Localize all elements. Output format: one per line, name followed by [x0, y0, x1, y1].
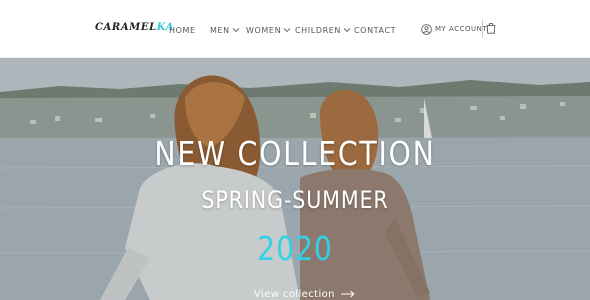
- hero-year: 2020: [257, 229, 333, 268]
- chevron-down-icon: [343, 26, 351, 34]
- user-circle-icon: [421, 23, 432, 35]
- nav-men[interactable]: MEN: [210, 24, 240, 36]
- nav-contact-label: CONTACT: [354, 25, 397, 35]
- hero-banner: NEW COLLECTION SPRING-SUMMER 2020 View c…: [0, 58, 590, 300]
- nav-home[interactable]: HOME: [169, 24, 196, 36]
- site-logo[interactable]: CARAMELKA: [95, 22, 174, 33]
- site-header: CARAMELKA HOME MEN WOMEN CHILDREN CONTAC…: [0, 0, 590, 58]
- my-account-link[interactable]: MY ACCOUNT: [421, 22, 487, 36]
- my-account-label: MY ACCOUNT: [435, 25, 488, 33]
- header-divider: [482, 20, 483, 38]
- view-collection-link[interactable]: View collection: [254, 287, 355, 300]
- chevron-down-icon: [232, 26, 240, 34]
- logo-text-part1: CARAMEL: [95, 22, 157, 33]
- hero-subtitle: SPRING-SUMMER: [201, 186, 389, 214]
- view-collection-label: View collection: [254, 288, 335, 300]
- nav-women[interactable]: WOMEN: [246, 24, 291, 36]
- shopping-bag-icon[interactable]: [486, 22, 496, 34]
- hero-title: NEW COLLECTION: [154, 134, 436, 173]
- nav-contact[interactable]: CONTACT: [354, 24, 396, 36]
- nav-men-label: MEN: [210, 25, 230, 35]
- nav-children-label: CHILDREN: [295, 25, 341, 35]
- nav-home-label: HOME: [169, 25, 196, 35]
- nav-children[interactable]: CHILDREN: [295, 24, 351, 36]
- nav-women-label: WOMEN: [246, 25, 282, 35]
- chevron-down-icon: [283, 26, 291, 34]
- arrow-right-icon: [340, 290, 355, 298]
